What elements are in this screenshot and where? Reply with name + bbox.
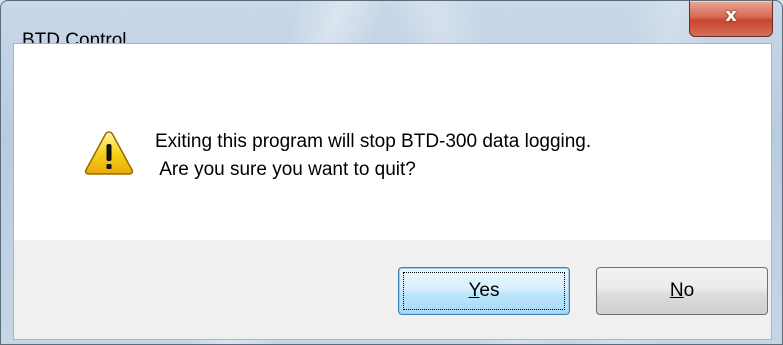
close-button[interactable]: x — [689, 1, 773, 37]
message-line-1: Exiting this program will stop BTD-300 d… — [155, 131, 592, 152]
no-button[interactable]: No — [596, 267, 768, 315]
yes-button[interactable]: Yes — [398, 267, 570, 315]
title-bar[interactable]: BTD Control x — [1, 1, 782, 50]
no-accelerator-key: N — [669, 280, 684, 301]
no-label-rest: o — [683, 280, 695, 301]
yes-label-rest: es — [479, 280, 500, 301]
dialog-client-area: Exiting this program will stop BTD-300 d… — [13, 43, 772, 340]
dialog-window: BTD Control x Exiting this program will … — [0, 0, 783, 345]
no-button-label: No — [670, 280, 694, 302]
yes-accelerator-key: Y — [468, 280, 480, 301]
dialog-message: Exiting this program will stop BTD-300 d… — [155, 128, 591, 184]
message-line-2: Are you sure you want to quit? — [155, 159, 416, 180]
message-area: Exiting this program will stop BTD-300 d… — [14, 44, 771, 240]
close-icon: x — [725, 5, 737, 26]
warning-icon — [84, 131, 134, 175]
yes-button-label: Yes — [468, 280, 499, 302]
